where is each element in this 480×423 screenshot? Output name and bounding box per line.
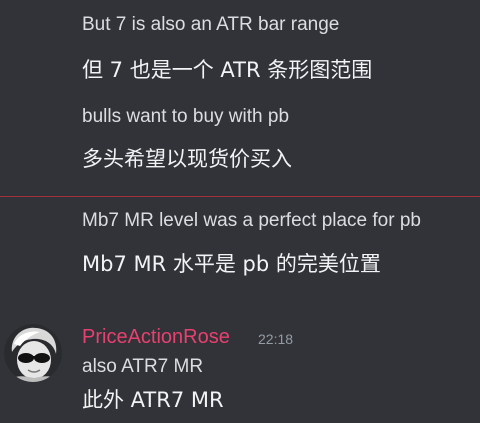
message-text: Mb7 MR 水平是 pb 的完美位置: [82, 252, 381, 276]
message-text: 多头希望以现货价买入: [82, 147, 292, 171]
message-text: But 7 is also an ATR bar range: [82, 14, 340, 35]
message-text: 此外 ATR7 MR: [82, 388, 224, 412]
user-avatar-image: [4, 324, 62, 382]
message-timestamp: 22:18: [258, 331, 294, 347]
avatar[interactable]: [4, 324, 62, 382]
new-messages-divider: [0, 196, 480, 197]
message-text: Mb7 MR level was a perfect place for pb: [82, 210, 421, 231]
message-text: bulls want to buy with pb: [82, 106, 290, 127]
message-text: also ATR7 MR: [82, 356, 204, 377]
message-author[interactable]: PriceActionRose: [82, 326, 230, 349]
message-text: 但 7 也是一个 ATR 条形图范围: [82, 58, 373, 82]
